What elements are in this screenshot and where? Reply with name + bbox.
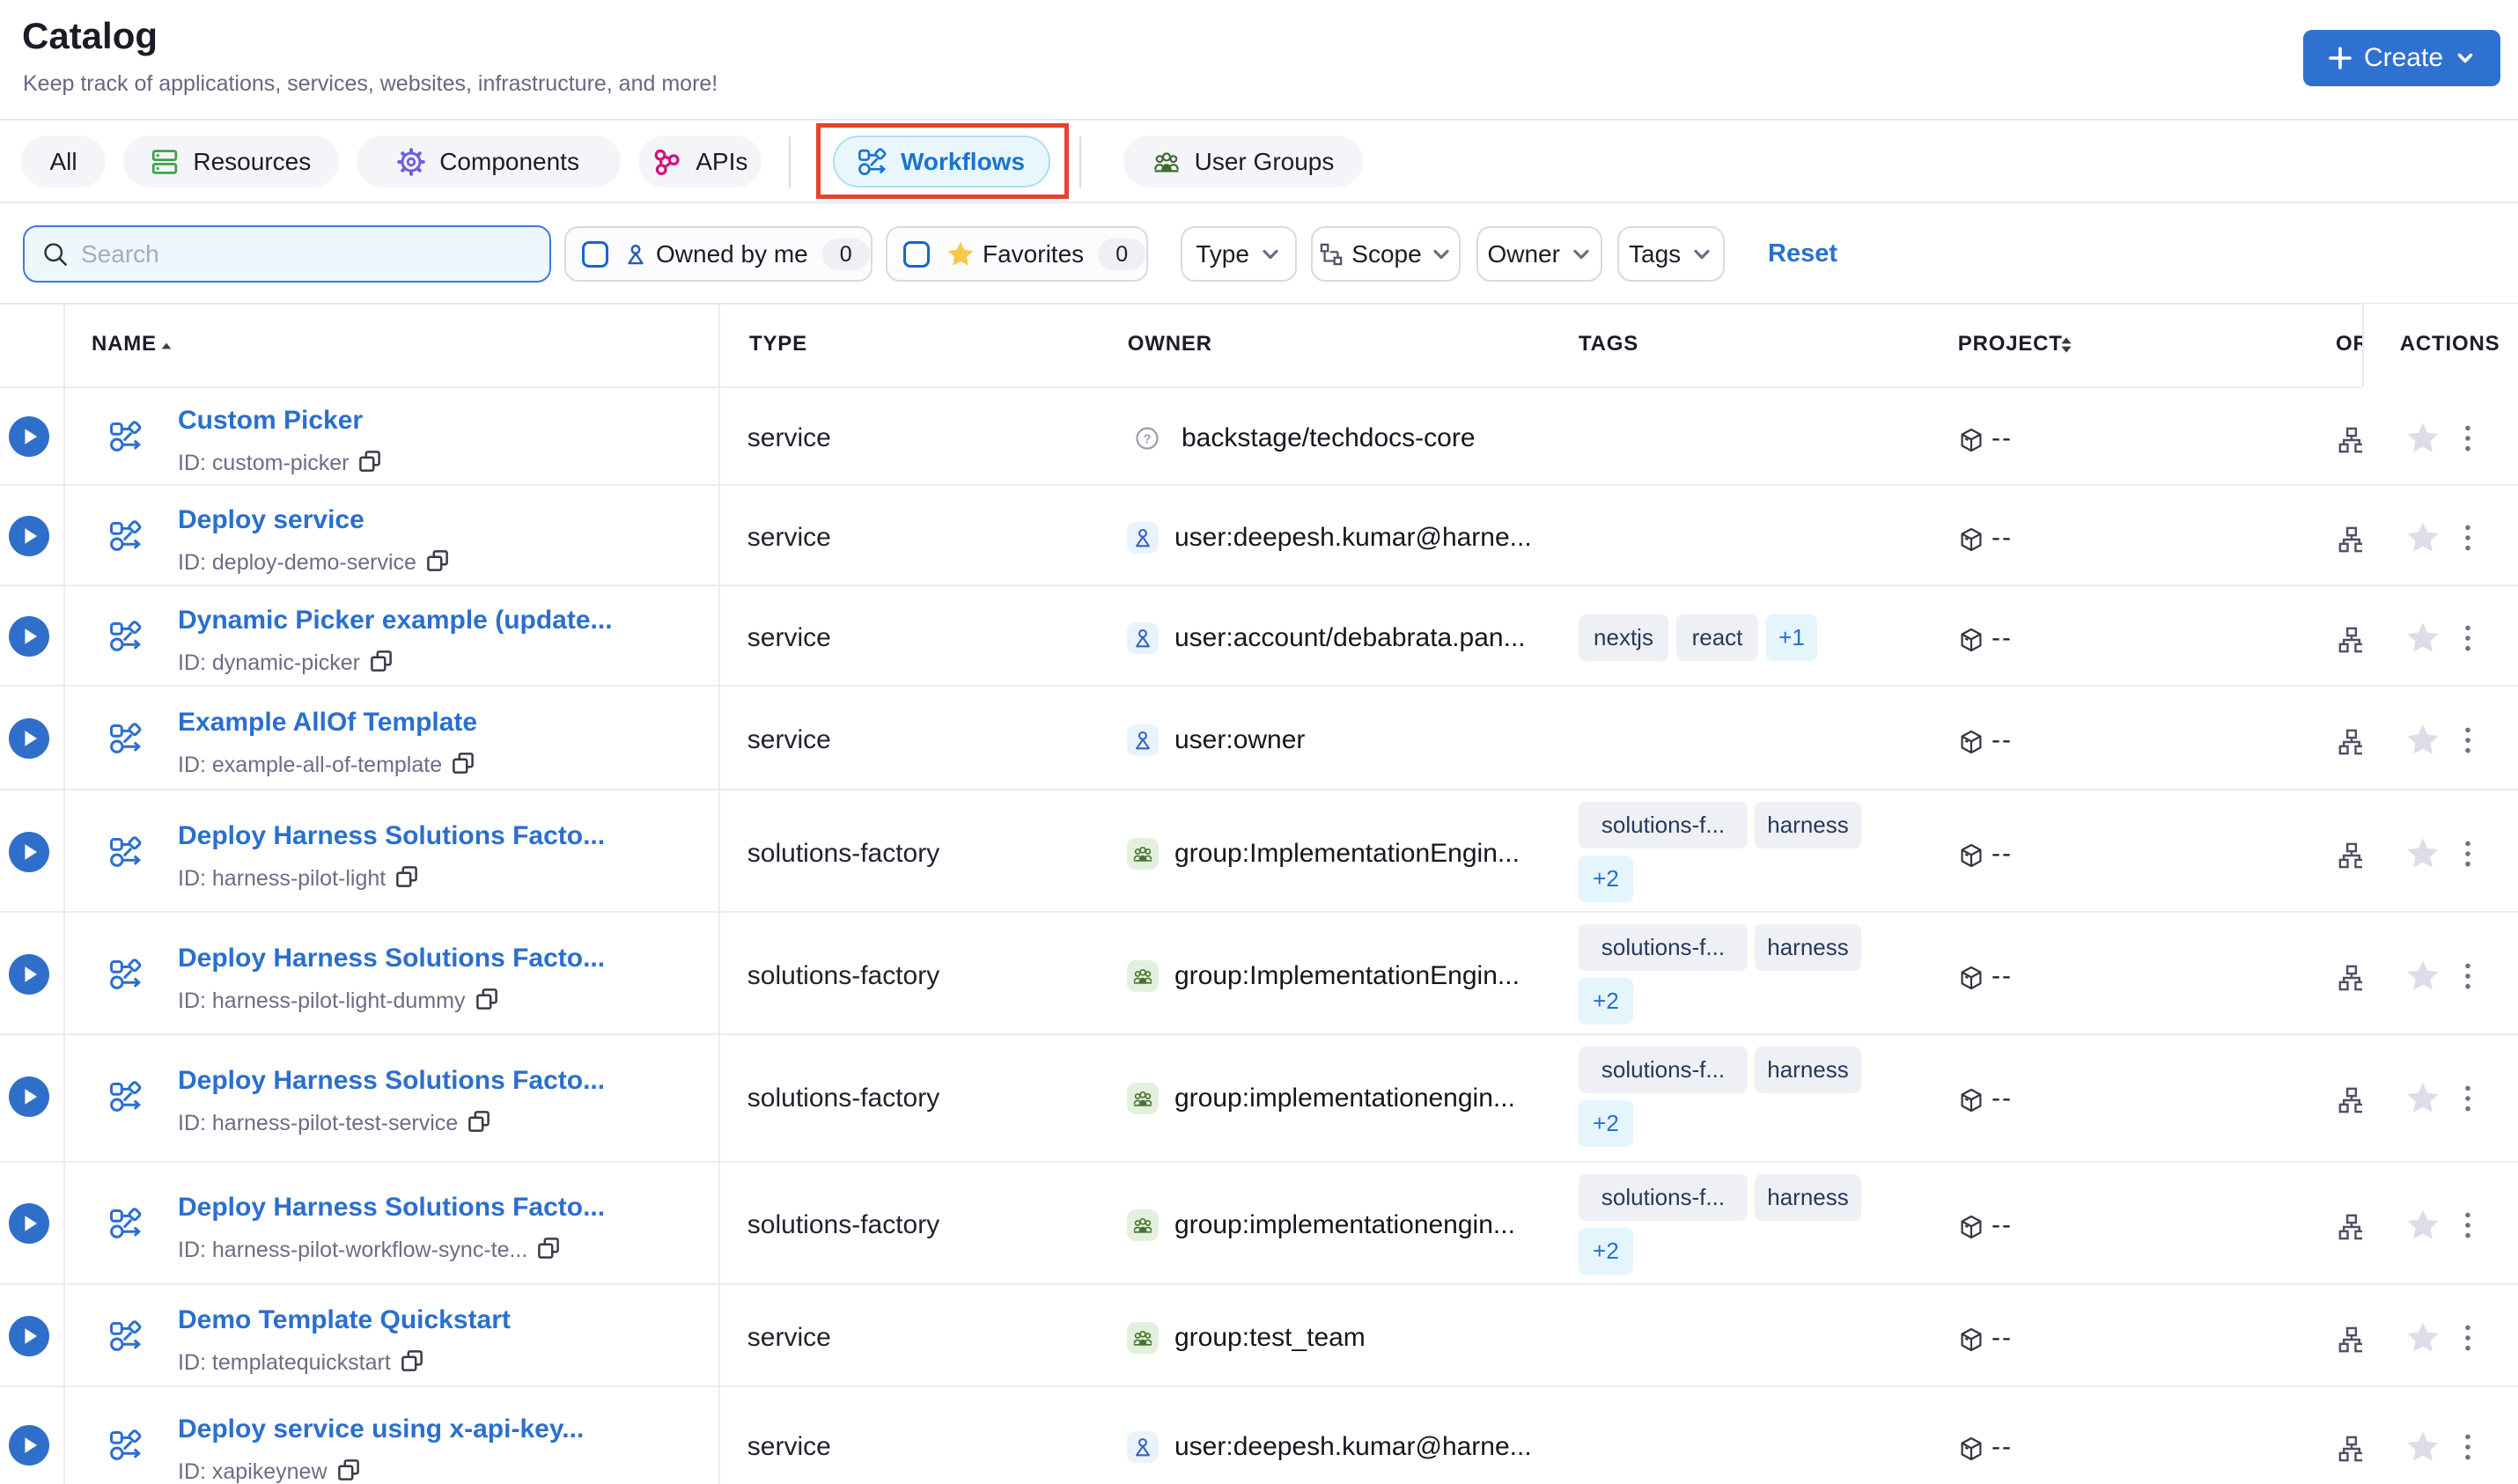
svg-text:?: ? xyxy=(1143,432,1151,446)
